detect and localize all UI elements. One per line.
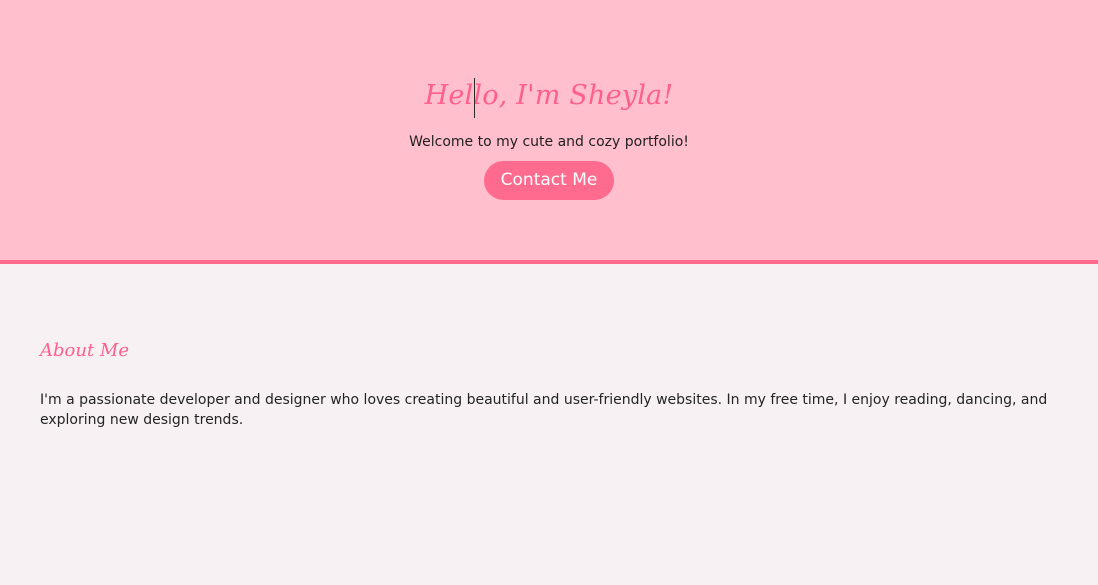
hero-title-text: Hello, I'm Sheyla!: [424, 80, 674, 111]
hero-subtitle: Welcome to my cute and cozy portfolio!: [409, 134, 689, 150]
about-title: About Me: [40, 340, 129, 361]
about-section: About Me I'm a passionate developer and …: [0, 264, 1098, 430]
hero-section: Hello, I'm Sheyla! Welcome to my cute an…: [0, 0, 1098, 264]
typing-caret: [473, 78, 475, 118]
hero-title: Hello, I'm Sheyla!: [424, 78, 674, 118]
about-text: I'm a passionate developer and designer …: [40, 392, 1048, 428]
contact-button[interactable]: Contact Me: [483, 161, 615, 200]
